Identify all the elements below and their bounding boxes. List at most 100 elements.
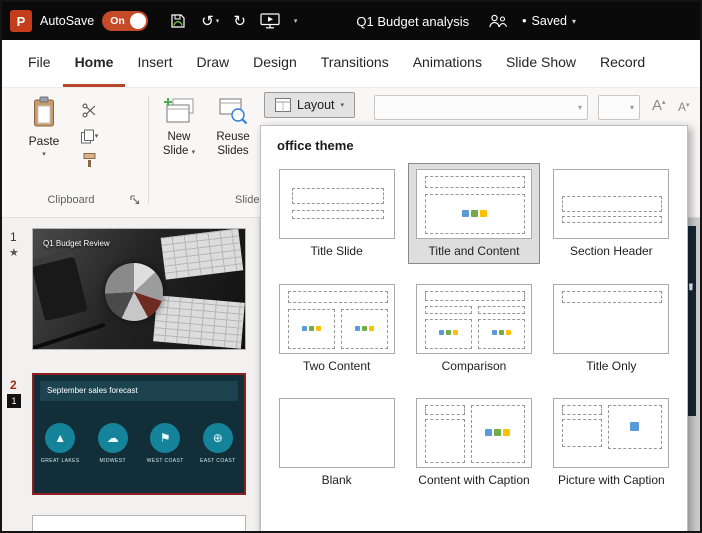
layout-label: Layout <box>297 98 335 112</box>
layout-option-section-header[interactable]: Section Header <box>546 163 677 264</box>
clipboard-group-label: Clipboard <box>10 194 132 206</box>
mountains-icon: ▲ <box>45 423 75 453</box>
new-slide-icon <box>163 96 195 126</box>
slide-thumbnail-panel: 1 ★ Q1 Budget Review 2 1 September sales… <box>2 218 260 533</box>
layout-option-title-and-content[interactable]: Title and Content <box>408 163 539 264</box>
content-art <box>439 330 458 335</box>
cut-button[interactable] <box>78 100 100 120</box>
undo-icon: ↺ <box>201 14 214 29</box>
font-name-combobox[interactable]: ▾ <box>374 95 588 120</box>
layout-button[interactable]: Layout ▾ <box>264 92 355 118</box>
chevron-down-icon: ▾ <box>216 17 220 25</box>
reuse-slides-button[interactable]: Reuse Slides <box>206 96 260 192</box>
picture-icon <box>630 422 639 431</box>
placeholder-box <box>425 405 465 415</box>
ribbon-group-divider <box>148 96 149 204</box>
layout-option-content-with-caption[interactable]: Content with Caption <box>408 392 539 493</box>
layout-option-blank[interactable]: Blank <box>271 392 402 493</box>
tab-home[interactable]: Home <box>63 40 126 87</box>
spreadsheet-image <box>161 228 244 279</box>
region-great-lakes: ▲ GREAT LAKES <box>34 423 87 464</box>
scissors-icon <box>82 103 97 118</box>
placeholder-box <box>425 419 465 463</box>
tab-file[interactable]: File <box>16 40 63 87</box>
layout-label: Title and Content <box>413 244 534 259</box>
slide-2-thumbnail[interactable]: September sales forecast ▲ GREAT LAKES ☁… <box>32 373 246 495</box>
chevron-down-icon: ▾ <box>578 103 582 112</box>
tab-animations[interactable]: Animations <box>401 40 494 87</box>
layout-option-title-only[interactable]: Title Only <box>546 278 677 379</box>
undo-button[interactable]: ↺ ▾ <box>194 12 226 31</box>
saved-dot: • <box>522 14 526 28</box>
pen-image <box>32 323 106 350</box>
layout-option-title-slide[interactable]: Title Slide <box>271 163 402 264</box>
layout-option-comparison[interactable]: Comparison <box>408 278 539 379</box>
reuse-slides-label: Reuse Slides <box>210 131 256 158</box>
layout-label: Comparison <box>413 359 534 374</box>
share-people-button[interactable] <box>481 12 515 31</box>
tab-insert[interactable]: Insert <box>125 40 184 87</box>
quick-access-more-button[interactable]: ▾ <box>287 15 305 27</box>
clipboard-dialog-launcher[interactable] <box>128 193 142 207</box>
transition-star-icon: ★ <box>9 246 19 259</box>
saved-status-label: Saved <box>532 14 567 28</box>
layout-label: Section Header <box>551 244 672 259</box>
save-status-menu[interactable]: • Saved ▾ <box>515 12 583 30</box>
titlebar-right-group: • Saved ▾ <box>481 12 583 31</box>
ribbon-tab-bar: File Home Insert Draw Design Transitions… <box>2 40 700 88</box>
content-art <box>485 429 510 436</box>
layout-label: Title Slide <box>276 244 397 259</box>
tab-draw[interactable]: Draw <box>184 40 241 87</box>
layout-option-two-content[interactable]: Two Content <box>271 278 402 379</box>
clipboard-paste-icon <box>32 96 56 128</box>
tab-design[interactable]: Design <box>241 40 309 87</box>
tab-record[interactable]: Record <box>588 40 657 87</box>
shrink-font-button[interactable]: A▾ <box>678 100 690 114</box>
layout-option-picture-with-caption[interactable]: Picture with Caption <box>546 392 677 493</box>
region-label: WEST COAST <box>139 458 192 464</box>
tab-transitions[interactable]: Transitions <box>309 40 401 87</box>
layout-thumbnail <box>279 284 395 354</box>
document-title[interactable]: Q1 Budget analysis <box>356 14 469 29</box>
save-button[interactable] <box>162 10 194 32</box>
people-icon <box>488 14 508 29</box>
autosave-toggle[interactable]: On <box>102 11 148 31</box>
format-painter-button[interactable] <box>78 150 100 170</box>
font-size-combobox[interactable]: ▾ <box>598 95 640 120</box>
placeholder-box <box>292 210 384 219</box>
theme-title: office theme <box>277 138 677 153</box>
autosave-state: On <box>110 15 125 27</box>
content-art <box>462 210 487 217</box>
placeholder-box <box>562 291 662 303</box>
redo-button[interactable]: ↻ <box>226 12 253 31</box>
copy-button[interactable]: ▾ <box>78 126 100 146</box>
chevron-down-icon: ▾ <box>42 150 46 158</box>
paste-button[interactable]: Paste ▾ <box>16 96 72 184</box>
caret-down-icon: ▾ <box>686 101 690 109</box>
layout-label: Content with Caption <box>413 473 534 488</box>
layout-thumbnail <box>279 398 395 468</box>
placeholder-box <box>562 196 662 212</box>
layout-thumbnail <box>553 169 669 239</box>
tab-slide-show[interactable]: Slide Show <box>494 40 588 87</box>
layout-thumbnail <box>416 169 532 239</box>
pie-chart-image <box>105 263 163 321</box>
chevron-down-icon: ▾ <box>630 103 634 112</box>
new-slide-button[interactable]: New Slide ▾ <box>152 96 206 192</box>
grow-font-button[interactable]: A▴ <box>652 97 666 114</box>
reuse-slides-icon <box>218 96 248 126</box>
content-art <box>355 326 374 331</box>
placeholder-box <box>562 419 602 447</box>
layout-thumbnail <box>416 284 532 354</box>
layout-label: Picture with Caption <box>551 473 672 488</box>
caret-up-icon: ▴ <box>662 98 666 106</box>
region-label: EAST COAST <box>192 458 245 464</box>
slide-1-thumbnail[interactable]: Q1 Budget Review <box>32 228 246 350</box>
powerpoint-window: P AutoSave On ↺ ▾ ↻ ▾ Q1 Budget analysis <box>0 0 702 533</box>
slide-3-thumbnail[interactable] <box>32 515 246 533</box>
chevron-down-icon: ▾ <box>192 149 196 156</box>
autosave-label: AutoSave <box>40 14 94 28</box>
present-button[interactable] <box>253 11 287 31</box>
format-painter-icon <box>82 152 97 168</box>
powerpoint-app-icon[interactable]: P <box>10 10 32 32</box>
